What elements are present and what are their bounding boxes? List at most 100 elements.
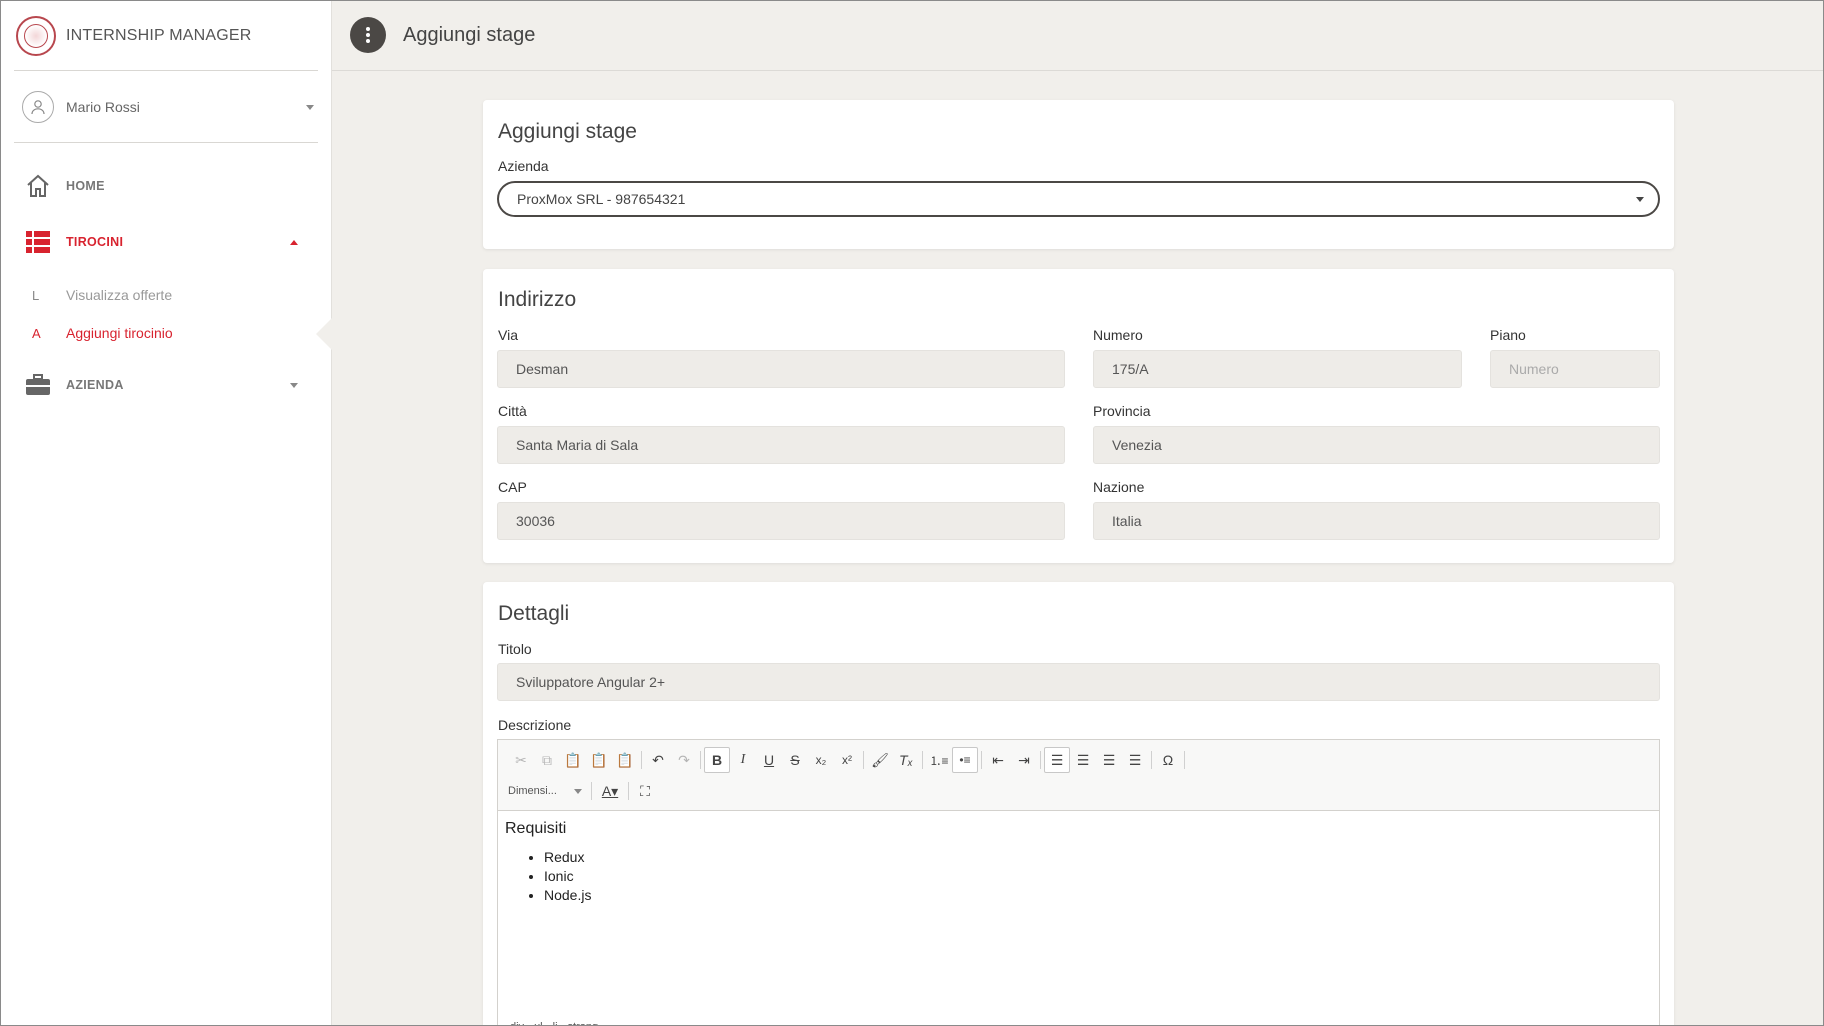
briefcase-icon bbox=[24, 371, 52, 399]
sub-item-label: Visualizza offerte bbox=[66, 287, 173, 303]
chevron-down-icon bbox=[574, 788, 582, 794]
cut-icon[interactable]: ✂ bbox=[508, 747, 534, 773]
sub-item-aggiungi-tirocinio[interactable]: A Aggiungi tirocinio bbox=[32, 321, 312, 345]
toolbar-separator bbox=[700, 751, 701, 769]
align-center-icon[interactable]: ☰ bbox=[1070, 747, 1096, 773]
app-title: INTERNSHIP MANAGER bbox=[66, 27, 252, 44]
path-element[interactable]: strong bbox=[568, 1021, 599, 1026]
azienda-select[interactable]: ProxMox SRL - 987654321 bbox=[497, 181, 1660, 217]
list-item: Node.js bbox=[544, 886, 591, 905]
nav-item-tirocini[interactable]: TIROCINI bbox=[24, 222, 310, 262]
user-avatar-icon bbox=[22, 91, 54, 123]
nav-item-azienda[interactable]: AZIENDA bbox=[24, 365, 310, 405]
copy-format-icon[interactable]: 🖌 bbox=[867, 747, 893, 773]
more-menu-button[interactable] bbox=[350, 17, 386, 53]
path-element[interactable]: li bbox=[553, 1021, 558, 1026]
sidebar: INTERNSHIP MANAGER Mario Rossi HOME TIRO… bbox=[0, 0, 332, 1026]
card-indirizzo: Indirizzo Via Desman Numero 175/A Piano … bbox=[483, 269, 1674, 563]
sub-item-label: Aggiungi tirocinio bbox=[66, 325, 173, 341]
numero-field[interactable]: 175/A bbox=[1093, 350, 1462, 388]
citta-field[interactable]: Santa Maria di Sala bbox=[497, 426, 1065, 464]
provincia-field[interactable]: Venezia bbox=[1093, 426, 1660, 464]
piano-field[interactable]: Numero bbox=[1490, 350, 1660, 388]
sub-item-mini: A bbox=[32, 325, 41, 341]
user-name: Mario Rossi bbox=[66, 99, 140, 115]
nav-label-azienda: AZIENDA bbox=[66, 378, 124, 392]
subscript-icon[interactable]: x₂ bbox=[808, 747, 834, 773]
superscript-icon[interactable]: x² bbox=[834, 747, 860, 773]
underline-icon[interactable]: U bbox=[756, 747, 782, 773]
font-size-label: Dimensi... bbox=[508, 785, 557, 797]
text-color-icon[interactable]: A▾ bbox=[595, 778, 625, 804]
editor-heading: Requisiti bbox=[505, 820, 567, 837]
toolbar-separator bbox=[628, 782, 629, 800]
bulleted-list-icon[interactable]: •≡ bbox=[952, 747, 978, 773]
university-seal-logo bbox=[16, 16, 56, 56]
vertical-dots-icon bbox=[366, 27, 370, 43]
paste-text-icon[interactable]: 📋 bbox=[586, 747, 612, 773]
card-title: Indirizzo bbox=[498, 288, 577, 311]
toolbar-separator bbox=[1040, 751, 1041, 769]
chevron-down-icon bbox=[1636, 197, 1644, 202]
redo-icon[interactable]: ↷ bbox=[671, 747, 697, 773]
path-element[interactable]: div bbox=[510, 1021, 524, 1026]
remove-format-icon[interactable]: Tₓ bbox=[893, 747, 919, 773]
copy-icon[interactable]: ⧉ bbox=[534, 747, 560, 773]
toolbar-separator bbox=[1151, 751, 1152, 769]
special-character-icon[interactable]: Ω bbox=[1155, 747, 1181, 773]
bold-icon[interactable]: B bbox=[704, 747, 730, 773]
sub-item-mini: L bbox=[32, 287, 40, 303]
home-icon bbox=[24, 172, 52, 200]
align-left-icon[interactable]: ☰ bbox=[1044, 747, 1070, 773]
chevron-down-icon bbox=[290, 382, 298, 388]
nazione-field[interactable]: Italia bbox=[1093, 502, 1660, 540]
nav-label-tirocini: TIROCINI bbox=[66, 235, 124, 249]
editor-content[interactable]: Requisiti Redux Ionic Node.js bbox=[505, 820, 591, 905]
via-field[interactable]: Desman bbox=[497, 350, 1065, 388]
card-dettagli: Dettagli Titolo Sviluppatore Angular 2+ … bbox=[483, 582, 1674, 1026]
titolo-field[interactable]: Sviluppatore Angular 2+ bbox=[497, 663, 1660, 701]
rich-text-editor: ✂ ⧉ 📋 📋 📋 ↶ ↷ B I U S x₂ x² 🖌 Tₓ ⒈≡ •≡ ⇤… bbox=[497, 739, 1660, 1026]
user-menu[interactable]: Mario Rossi bbox=[22, 90, 314, 124]
list-item: Redux bbox=[544, 848, 591, 867]
piano-label: Piano bbox=[1490, 327, 1526, 343]
maximize-icon[interactable]: ⛶ bbox=[632, 778, 658, 804]
undo-icon[interactable]: ↶ bbox=[645, 747, 671, 773]
align-right-icon[interactable]: ☰ bbox=[1096, 747, 1122, 773]
nav-item-home[interactable]: HOME bbox=[24, 166, 310, 206]
sidebar-divider bbox=[14, 142, 318, 143]
nazione-label: Nazione bbox=[1093, 479, 1145, 495]
cap-field[interactable]: 30036 bbox=[497, 502, 1065, 540]
paste-word-icon[interactable]: 📋 bbox=[612, 747, 638, 773]
numero-label: Numero bbox=[1093, 327, 1143, 343]
outdent-icon[interactable]: ⇤ bbox=[985, 747, 1011, 773]
path-element[interactable]: ul bbox=[534, 1021, 543, 1026]
brand[interactable]: INTERNSHIP MANAGER bbox=[16, 14, 252, 58]
font-size-dropdown[interactable]: Dimensi... bbox=[508, 785, 588, 797]
list-icon bbox=[24, 228, 52, 256]
azienda-label: Azienda bbox=[498, 158, 549, 174]
toolbar-separator bbox=[641, 751, 642, 769]
requirements-list: Redux Ionic Node.js bbox=[544, 848, 591, 905]
sub-item-visualizza-offerte[interactable]: L Visualizza offerte bbox=[32, 283, 312, 307]
sidebar-divider bbox=[14, 70, 318, 71]
indent-icon[interactable]: ⇥ bbox=[1011, 747, 1037, 773]
chevron-up-icon bbox=[290, 239, 298, 245]
card-title: Dettagli bbox=[498, 602, 570, 625]
paste-icon[interactable]: 📋 bbox=[560, 747, 586, 773]
align-justify-icon[interactable]: ☰ bbox=[1122, 747, 1148, 773]
list-item: Ionic bbox=[544, 867, 591, 886]
toolbar-separator bbox=[591, 782, 592, 800]
editor-path-bar: div ul li strong bbox=[498, 1016, 1659, 1026]
strikethrough-icon[interactable]: S bbox=[782, 747, 808, 773]
descrizione-label: Descrizione bbox=[498, 717, 572, 733]
toolbar-separator bbox=[1184, 751, 1185, 769]
via-label: Via bbox=[498, 327, 518, 343]
toolbar-separator bbox=[981, 751, 982, 769]
citta-label: Città bbox=[498, 403, 527, 419]
azienda-select-value: ProxMox SRL - 987654321 bbox=[517, 191, 686, 207]
active-indicator bbox=[316, 318, 332, 350]
numbered-list-icon[interactable]: ⒈≡ bbox=[926, 747, 952, 773]
italic-icon[interactable]: I bbox=[730, 747, 756, 773]
toolbar-separator bbox=[863, 751, 864, 769]
